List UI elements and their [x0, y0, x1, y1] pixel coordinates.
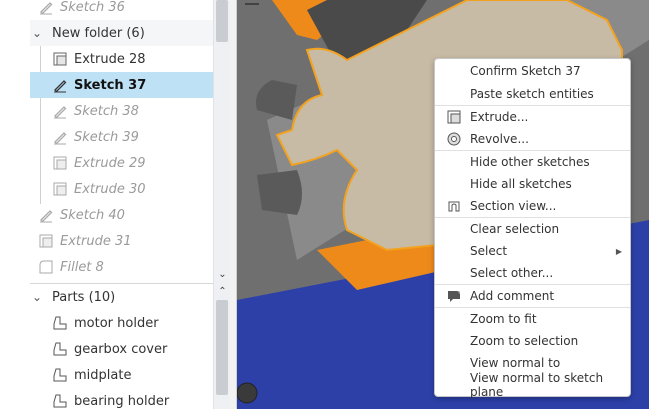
- tree-scrollbar[interactable]: ⌄ ⌃: [213, 0, 231, 409]
- submenu-arrow-icon: ▶: [615, 246, 622, 256]
- extrude-icon: [53, 52, 67, 66]
- part-icon: [53, 368, 67, 382]
- feature-tree: Sketch 36 ⌄ New folder (6) Extrude 28 Sk…: [30, 0, 213, 409]
- sketch-icon: [54, 80, 67, 93]
- tree-item-label: Extrude 31: [60, 233, 132, 249]
- panel-splitter[interactable]: [230, 0, 237, 409]
- left-panel-strip: [0, 0, 31, 409]
- tree-item-sketch-38[interactable]: Sketch 38: [30, 98, 213, 124]
- tree-item-extrude-31[interactable]: Extrude 31: [30, 228, 213, 254]
- menu-item-zoom-to-fit[interactable]: Zoom to fit: [435, 308, 630, 330]
- menu-item-add-comment[interactable]: + Add comment: [435, 285, 630, 307]
- tree-item-label: Sketch 40: [60, 207, 125, 223]
- tree-item-sketch-40[interactable]: Sketch 40: [30, 202, 213, 228]
- part-icon: [53, 394, 67, 408]
- tree-item-label: Sketch 36: [60, 0, 125, 15]
- sketch-icon: [54, 106, 67, 119]
- menu-item-view-normal-to-sketch-plane[interactable]: View normal to sketch plane: [435, 371, 630, 399]
- part-label: gearbox cover: [74, 341, 168, 357]
- comment-icon: +: [448, 288, 462, 302]
- scroll-up-icon[interactable]: ⌃: [214, 285, 231, 299]
- tree-item-label: Sketch 38: [74, 103, 139, 119]
- scroll-thumb-top[interactable]: [216, 0, 228, 42]
- tree-item-fillet-8[interactable]: Fillet 8: [30, 254, 213, 280]
- tree-item-sketch-37[interactable]: Sketch 37: [30, 72, 213, 98]
- parts-header-label: Parts (10): [52, 289, 116, 305]
- extrude-icon: [39, 234, 53, 248]
- tree-item-label: Sketch 37: [74, 77, 147, 93]
- menu-item-section-view[interactable]: Section view...: [435, 195, 630, 217]
- extrude-icon: [53, 182, 67, 196]
- menu-item-select-other[interactable]: Select other...: [435, 262, 630, 284]
- tree-item-extrude-30[interactable]: Extrude 30: [30, 176, 213, 202]
- scroll-down-icon[interactable]: ⌄: [214, 268, 231, 282]
- tree-item-label: Extrude 29: [74, 155, 146, 171]
- section-view-icon: [448, 201, 460, 212]
- menu-item-select[interactable]: Select ▶: [435, 240, 630, 262]
- tree-item-label: Fillet 8: [60, 259, 104, 275]
- part-item-midplate[interactable]: midplate: [30, 362, 213, 388]
- tree-item-extrude-28[interactable]: Extrude 28: [30, 46, 213, 72]
- svg-text:+: +: [457, 288, 462, 296]
- tree-item-sketch-39[interactable]: Sketch 39: [30, 124, 213, 150]
- part-item-gearbox-cover[interactable]: gearbox cover: [30, 336, 213, 362]
- menu-item-extrude[interactable]: Extrude...: [435, 106, 630, 128]
- tree-item-label: Sketch 39: [74, 129, 139, 145]
- sketch-icon: [54, 132, 67, 145]
- sketch-icon: [40, 210, 53, 223]
- menu-item-zoom-to-selection[interactable]: Zoom to selection: [435, 330, 630, 352]
- sketch-icon: [40, 2, 53, 15]
- menu-item-hide-all-sketches[interactable]: Hide all sketches: [435, 173, 630, 195]
- part-label: motor holder: [74, 315, 159, 331]
- menu-item-clear-selection[interactable]: Clear selection: [435, 218, 630, 240]
- chevron-down-icon[interactable]: ⌄: [30, 290, 44, 304]
- menu-item-confirm-sketch[interactable]: Confirm Sketch 37: [435, 60, 630, 82]
- part-icon: [53, 342, 67, 356]
- scroll-thumb-bottom[interactable]: [216, 300, 228, 395]
- part-icon: [53, 316, 67, 330]
- context-menu: Confirm Sketch 37 Paste sketch entities …: [434, 58, 631, 399]
- tree-folder-new-folder[interactable]: ⌄ New folder (6): [30, 20, 213, 46]
- folder-label: New folder (6): [52, 25, 145, 41]
- revolve-icon: [447, 132, 461, 146]
- tree-item-label: Extrude 28: [74, 51, 146, 67]
- extrude-icon: [447, 110, 461, 124]
- menu-item-paste-sketch-entities[interactable]: Paste sketch entities: [435, 83, 630, 105]
- tree-item-label: Extrude 30: [74, 181, 146, 197]
- fillet-icon: [39, 260, 53, 274]
- menu-item-revolve[interactable]: Revolve...: [435, 128, 630, 150]
- parts-header[interactable]: ⌄ Parts (10): [30, 284, 213, 310]
- menu-item-hide-other-sketches[interactable]: Hide other sketches: [435, 151, 630, 173]
- chevron-down-icon[interactable]: ⌄: [30, 26, 44, 40]
- extrude-icon: [53, 156, 67, 170]
- tree-item-extrude-29[interactable]: Extrude 29: [30, 150, 213, 176]
- tree-item-sketch-36[interactable]: Sketch 36: [30, 0, 213, 20]
- part-label: midplate: [74, 367, 132, 383]
- part-item-motor-holder[interactable]: motor holder: [30, 310, 213, 336]
- part-item-bearing-holder[interactable]: bearing holder: [30, 388, 213, 409]
- part-label: bearing holder: [74, 393, 170, 409]
